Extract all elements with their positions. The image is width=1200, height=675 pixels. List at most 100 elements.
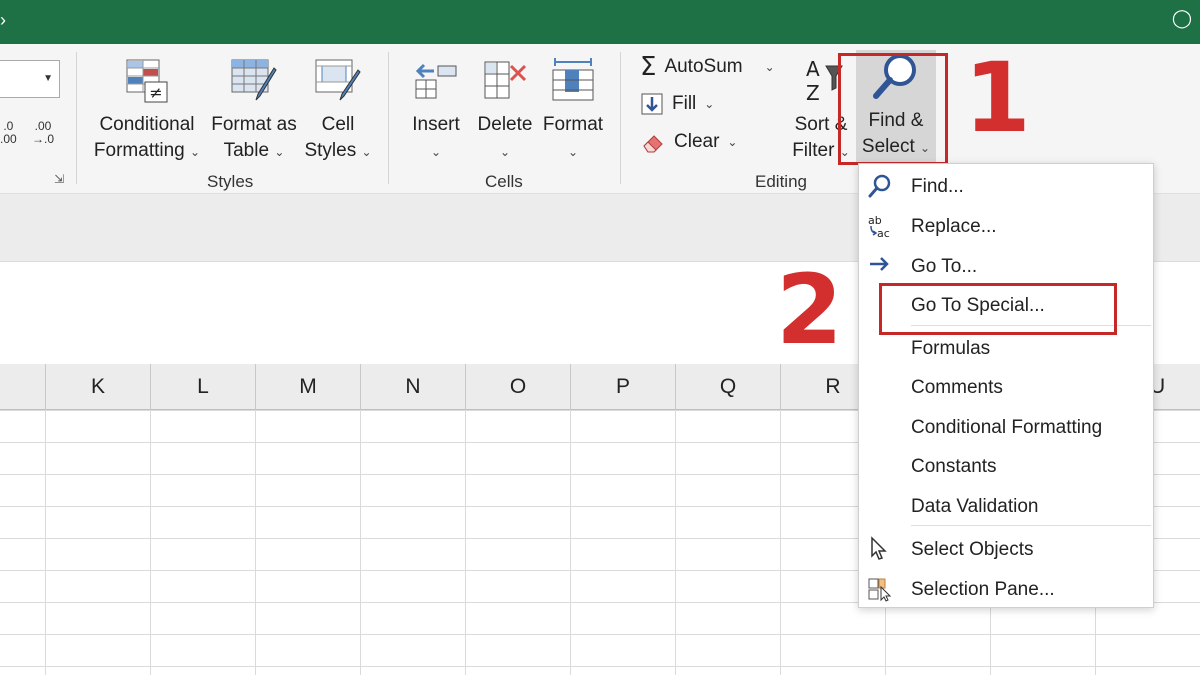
menu-item-selection-pane[interactable]: Selection Pane... — [859, 570, 1153, 609]
menu-item-label: Go To... — [911, 256, 978, 277]
selection-pane-icon — [868, 578, 892, 602]
button-label: Table — [223, 140, 270, 161]
chevron-down-icon: ⌄ — [190, 145, 201, 159]
ribbon-separator — [76, 52, 77, 184]
menu-item-label: Selection Pane... — [911, 579, 1055, 600]
cell-styles-icon — [315, 59, 361, 101]
button-label: Format as — [211, 114, 297, 135]
fill-down-icon — [641, 93, 663, 115]
find-select-highlight — [838, 53, 948, 165]
decimal-label: .00 — [0, 132, 17, 146]
button-label: Styles — [304, 140, 357, 161]
column-header-q[interactable]: Q — [675, 364, 780, 410]
column-header-n[interactable]: N — [360, 364, 465, 410]
step-2-callout: 2 — [776, 254, 843, 366]
column-header-l[interactable]: L — [150, 364, 255, 410]
title-bar: › ◯ — [0, 0, 1200, 44]
button-label: Filter — [792, 140, 835, 161]
find-select-menu: Find... ab ac Replace... Go To... Go To … — [858, 163, 1154, 608]
button-label: Format — [542, 114, 604, 135]
decimal-label: .00 — [34, 119, 52, 133]
ribbon-separator — [620, 52, 621, 184]
delete-button[interactable]: Delete ⌄ — [472, 56, 538, 165]
menu-item-label: Find... — [911, 176, 964, 197]
eraser-icon — [643, 135, 663, 153]
svg-text:≠: ≠ — [149, 83, 162, 102]
button-label: Clear — [674, 131, 720, 152]
button-label: Formatting — [93, 140, 185, 161]
chevron-down-icon: ⌄ — [567, 145, 579, 159]
column-header-p[interactable]: P — [570, 364, 675, 410]
format-cells-icon — [552, 58, 594, 101]
menu-item-label: Comments — [911, 377, 1003, 398]
menu-item-label: Formulas — [911, 338, 991, 359]
search-icon — [868, 174, 891, 198]
menu-item-replace[interactable]: ab ac Replace... — [859, 207, 1153, 246]
account-icon[interactable]: ◯ — [1172, 8, 1192, 29]
menu-item-label: Constants — [911, 456, 997, 477]
button-label: Fill — [672, 93, 697, 114]
button-label: Cell — [321, 114, 355, 135]
clear-button[interactable]: Clear ⌄ — [640, 130, 737, 154]
step-1-callout: 1 — [964, 42, 1031, 154]
chevron-down-icon: ⌄ — [361, 145, 372, 159]
autosum-button[interactable]: Σ AutoSum ⌄ — [640, 52, 775, 82]
menu-item-find[interactable]: Find... — [859, 167, 1153, 206]
svg-text:ab: ab — [868, 214, 882, 227]
replace-icon: ab ac — [868, 214, 890, 239]
dialog-launcher-icon[interactable]: ⇲ — [54, 172, 64, 186]
menu-item-label: Replace... — [911, 216, 997, 237]
menu-item-go-to[interactable]: Go To... — [859, 247, 1153, 286]
menu-item-comments[interactable]: Comments — [859, 368, 1153, 407]
app-icon-fragment: › — [0, 10, 6, 30]
menu-item-label: Select Objects — [911, 539, 1034, 560]
insert-button[interactable]: Insert ⌄ — [404, 56, 468, 165]
format-as-table-button[interactable]: Format as Table ⌄ — [206, 56, 302, 165]
menu-item-label: Conditional Formatting — [911, 417, 1103, 438]
conditional-formatting-button[interactable]: ≠ Conditional Formatting ⌄ — [88, 56, 206, 165]
chevron-down-icon: ⌄ — [274, 145, 285, 159]
format-button[interactable]: Format ⌄ — [540, 56, 606, 165]
menu-item-constants[interactable]: Constants — [859, 447, 1153, 486]
column-header-o[interactable]: O — [465, 364, 570, 410]
arrow-right-icon — [870, 257, 889, 271]
svg-text:ac: ac — [877, 227, 890, 239]
chevron-down-icon: ⌄ — [430, 145, 442, 159]
button-label: AutoSum — [664, 56, 743, 77]
menu-item-label: Data Validation — [911, 496, 1039, 517]
delete-cells-icon — [484, 61, 527, 99]
chevron-down-icon: ⌄ — [499, 145, 511, 159]
cells-group-label: Cells — [485, 172, 523, 191]
decimal-label: →.0 — [32, 132, 55, 146]
svg-text:Z: Z — [806, 81, 820, 104]
chevron-down-icon: ▼ — [43, 73, 53, 84]
decrease-decimal-button[interactable]: .00 →.0 — [32, 120, 54, 146]
chevron-down-icon: ⌄ — [764, 60, 775, 74]
fill-button[interactable]: Fill ⌄ — [640, 92, 714, 116]
editing-group-label: Editing — [755, 172, 807, 191]
column-header-m[interactable]: M — [255, 364, 360, 410]
increase-decimal-button[interactable]: .0 .00 — [0, 120, 17, 146]
chevron-down-icon: ⌄ — [727, 135, 738, 149]
button-label: Conditional — [99, 114, 195, 135]
styles-group-label: Styles — [207, 172, 254, 191]
menu-item-conditional-formatting[interactable]: Conditional Formatting — [859, 408, 1153, 447]
svg-text:A: A — [806, 57, 820, 81]
menu-item-data-validation[interactable]: Data Validation — [859, 487, 1153, 526]
number-format-dropdown[interactable]: ▼ — [0, 60, 60, 98]
button-label: Delete — [477, 114, 533, 135]
cell-styles-button[interactable]: Cell Styles ⌄ — [298, 56, 378, 165]
decimal-label: .0 — [3, 119, 14, 133]
column-header-k[interactable]: K — [45, 364, 150, 410]
sigma-icon: Σ — [640, 52, 657, 82]
cursor-icon — [871, 536, 887, 560]
format-as-table-icon — [231, 59, 277, 101]
chevron-down-icon: ⌄ — [704, 97, 715, 111]
insert-cells-icon — [415, 63, 457, 99]
button-label: Insert — [412, 114, 460, 135]
go-to-special-highlight — [879, 283, 1117, 335]
menu-item-select-objects[interactable]: Select Objects — [859, 530, 1153, 569]
conditional-formatting-icon: ≠ — [126, 59, 168, 103]
ribbon-separator — [388, 52, 389, 184]
menu-separator — [911, 525, 1151, 526]
